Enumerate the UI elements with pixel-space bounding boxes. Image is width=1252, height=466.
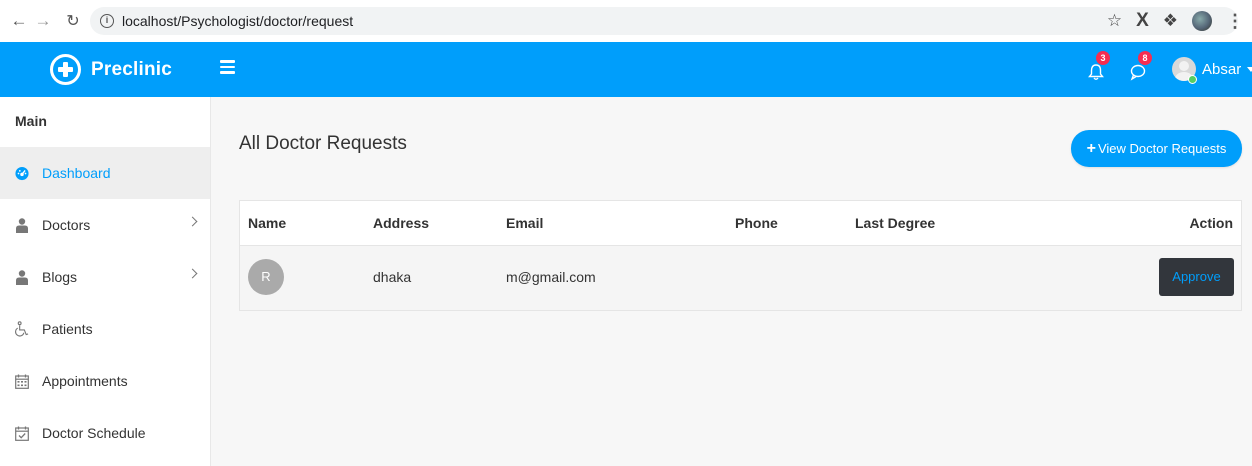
browser-extensions: ☆ X ❖ ⋮ (1107, 10, 1244, 32)
kebab-menu-icon[interactable]: ⋮ (1226, 11, 1244, 32)
caret-down-icon (1247, 66, 1252, 72)
cell-address: dhaka (373, 269, 412, 285)
dashboard-icon (15, 165, 29, 181)
reload-icon[interactable]: ↻ (62, 11, 84, 31)
brand-name: Preclinic (91, 58, 173, 80)
star-icon[interactable]: ☆ (1107, 11, 1122, 31)
address-bar[interactable]: i localhost/Psychologist/doctor/request (90, 7, 1238, 35)
chevron-right-icon (187, 268, 198, 279)
chevron-right-icon (187, 216, 198, 227)
plus-icon: + (1086, 139, 1096, 157)
puzzle-icon[interactable]: ❖ (1163, 11, 1178, 31)
notifications-button[interactable]: 3 (1088, 51, 1110, 81)
online-status-dot (1188, 75, 1197, 84)
profile-avatar-icon[interactable] (1192, 11, 1212, 31)
main-content: All Doctor Requests + View Doctor Reques… (211, 97, 1252, 466)
table-header-row: Name Address Email Phone Last Degree Act… (240, 201, 1241, 246)
column-header-address: Address (373, 215, 430, 231)
sidebar-item-label: Doctors (42, 217, 91, 233)
sidebar: Main Dashboard Doctors Blogs Patients Ap… (0, 97, 211, 466)
view-doctor-requests-button[interactable]: + View Doctor Requests (1071, 130, 1242, 167)
user-name: Absar (1202, 60, 1242, 78)
message-count-badge: 8 (1138, 51, 1152, 65)
sidebar-item-doctor-schedule[interactable]: Doctor Schedule (0, 407, 210, 459)
forward-arrow-icon[interactable]: → (32, 11, 54, 31)
logo-cross-icon (50, 54, 81, 85)
column-header-phone: Phone (735, 215, 778, 231)
sidebar-item-blogs[interactable]: Blogs (0, 251, 210, 303)
cell-email: m@gmail.com (506, 269, 596, 285)
sidebar-item-dashboard[interactable]: Dashboard (0, 147, 210, 199)
messages-button[interactable]: 8 (1130, 51, 1152, 81)
calendar-check-icon (15, 425, 29, 441)
sidebar-item-label: Doctor Schedule (42, 425, 146, 441)
sidebar-item-label: Dashboard (42, 165, 111, 181)
calendar-icon (15, 373, 29, 389)
brand-logo[interactable]: Preclinic (50, 54, 172, 85)
bell-icon (1088, 64, 1104, 80)
extension-x-icon[interactable]: X (1136, 10, 1149, 32)
sidebar-item-label: Appointments (42, 373, 128, 389)
column-header-name: Name (248, 215, 287, 231)
user-md-icon (15, 217, 29, 233)
notification-count-badge: 3 (1096, 51, 1110, 65)
doctor-requests-table: Name Address Email Phone Last Degree Act… (239, 200, 1242, 311)
user-menu[interactable]: Absar (1172, 57, 1252, 81)
sidebar-item-label: Patients (42, 321, 93, 337)
hamburger-menu-icon[interactable] (220, 60, 235, 74)
browser-toolbar: ← → ↻ i localhost/Psychologist/doctor/re… (0, 0, 1252, 42)
column-header-last-degree: Last Degree (855, 215, 936, 231)
table-row: R dhaka m@gmail.com Approve (240, 246, 1241, 310)
top-header: Preclinic 3 8 Absar (0, 42, 1252, 97)
avatar: R (248, 259, 284, 295)
sidebar-item-appointments[interactable]: Appointments (0, 355, 210, 407)
page-title: All Doctor Requests (239, 133, 407, 154)
wheelchair-icon (15, 321, 29, 337)
sidebar-item-doctors[interactable]: Doctors (0, 199, 210, 251)
column-header-action: Action (1189, 215, 1233, 231)
back-arrow-icon[interactable]: ← (8, 11, 30, 31)
column-header-email: Email (506, 215, 544, 231)
sidebar-section-title: Main (15, 113, 47, 129)
chat-bubble-icon (1130, 64, 1146, 81)
info-icon[interactable]: i (100, 14, 114, 28)
sidebar-item-label: Blogs (42, 269, 78, 285)
approve-button[interactable]: Approve (1159, 258, 1234, 296)
view-doctor-requests-label: View Doctor Requests (1097, 141, 1227, 156)
user-icon (15, 269, 29, 285)
url-text: localhost/Psychologist/doctor/request (122, 13, 354, 29)
sidebar-item-patients[interactable]: Patients (0, 303, 210, 355)
